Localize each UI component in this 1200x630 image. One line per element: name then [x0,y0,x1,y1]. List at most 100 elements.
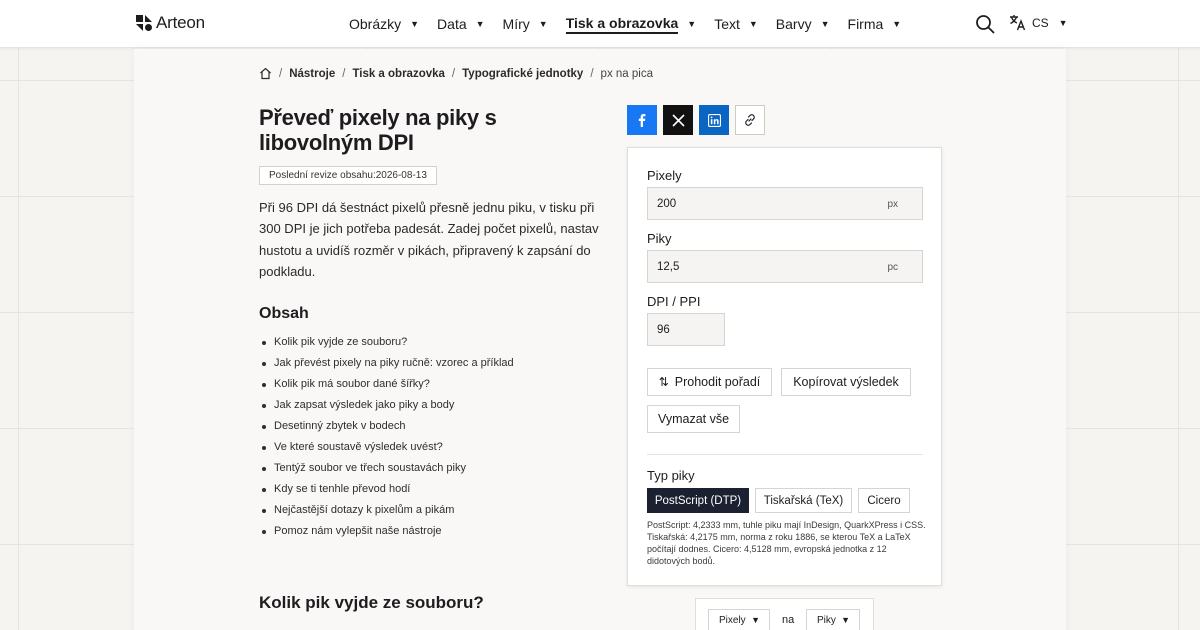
copy-result-button[interactable]: Kopírovat výsledek [781,368,911,396]
pixels-unit: px [887,199,898,210]
copy-result-label: Kopírovat výsledek [793,375,899,389]
toc-item[interactable]: Jak převést pixely na piky ručně: vzorec… [259,353,514,374]
logo-mark-icon [136,15,152,31]
main-content: / Nástroje / Tisk a obrazovka / Typograf… [134,49,1066,630]
link-icon [745,114,755,126]
breadcrumb: / Nástroje / Tisk a obrazovka / Typograf… [259,67,653,80]
dpi-field-wrapper [647,313,725,346]
pixels-input[interactable] [648,188,922,219]
table-of-contents: Kolik pik vyjde ze souboru? Jak převést … [259,332,514,542]
share-buttons [627,105,765,135]
to-unit-select[interactable]: Piky ▼ [806,609,860,630]
nav-item-firma[interactable]: Firma ▼ [848,16,902,32]
share-x-button[interactable] [663,105,693,135]
caret-down-icon: ▼ [748,19,758,29]
dpi-label: DPI / PPI [647,294,701,309]
breadcrumb-separator: / [342,67,346,80]
linkedin-icon [707,113,721,127]
caret-down-icon: ▼ [892,19,902,29]
nav-item-tisk-a-obrazovka[interactable]: Tisk a obrazovka ▼ [565,15,697,34]
nav-item-barvy[interactable]: Barvy ▼ [776,16,830,32]
caret-down-icon: ▼ [1058,17,1068,28]
breadcrumb-separator: / [451,67,456,80]
pica-type-postscript[interactable]: PostScript (DTP) [647,488,749,513]
logo-text: Arteon [156,13,205,32]
language-selector[interactable]: CS ▼ [1009,14,1068,31]
toc-item[interactable]: Ve které soustavě výsledek uvést? [259,437,514,458]
nav-label: Obrázky [349,16,402,32]
pixels-label: Pixely [647,168,682,183]
toc-item[interactable]: Kolik pik vyjde ze souboru? [259,332,514,353]
converter-panel: Pixely px Piky pc DPI / PPI ⇅ Prohodit p… [627,147,942,586]
search-icon[interactable] [975,14,995,34]
swap-arrows-icon: ⇅ [658,375,669,389]
nav-label: Tisk a obrazovka [565,15,679,34]
toc-item[interactable]: Jak zapsat výsledek jako piky a body [259,395,514,416]
nav-item-obrazky[interactable]: Obrázky ▼ [349,16,419,32]
copy-link-button[interactable] [735,105,765,135]
breadcrumb-separator: / [279,67,283,80]
facebook-icon [638,114,646,127]
nav-label: Míry [502,16,530,32]
from-unit-select[interactable]: Pixely ▼ [708,609,770,630]
to-unit-value: Piky [817,614,836,626]
caret-down-icon: ▼ [820,19,830,29]
language-code: CS [1032,15,1049,30]
toc-item[interactable]: Tentýž soubor ve třech soustavách piky [259,458,514,479]
unit-picker: Pixely ▼ na Piky ▼ [695,598,874,630]
unit-connector: na [782,614,795,626]
logo[interactable]: Arteon [136,13,205,33]
pica-type-label: Typ piky [647,468,695,483]
revision-badge: Poslední revize obsahu:2026-08-13 [259,166,437,185]
caret-down-icon: ▼ [538,19,548,29]
caret-down-icon: ▼ [410,19,420,29]
section-heading: Kolik pik vyjde ze souboru? [259,593,484,612]
nav-item-miry[interactable]: Míry ▼ [503,16,548,32]
dpi-input[interactable] [648,314,724,345]
picas-unit: pc [887,262,898,273]
breadcrumb-item-nastroje[interactable]: Nástroje [289,68,335,80]
pica-type-note: PostScript: 4,2333 mm, tuhle piku mají I… [647,520,926,566]
clear-all-button[interactable]: Vymazat vše [647,405,740,433]
nav-item-data[interactable]: Data ▼ [437,16,485,32]
breadcrumb-item-tisk[interactable]: Tisk a obrazovka [352,68,444,80]
picas-input[interactable] [648,251,922,282]
picas-field-wrapper: pc [647,250,923,283]
translate-icon [1010,15,1026,31]
divider [647,454,923,455]
page-title: Převeď pixely na piky s libovolným DPI [259,105,497,155]
share-facebook-button[interactable] [627,105,657,135]
nav-label: Firma [847,16,884,32]
nav-label: Barvy [775,16,812,32]
toc-item[interactable]: Desetinný zbytek v bodech [259,416,514,437]
toc-item[interactable]: Pomoz nám vylepšit naše nástroje [259,521,514,542]
toc-item[interactable]: Nejčastější dotazy k pixelům a pikám [259,500,514,521]
x-icon [671,113,685,127]
pica-type-cicero[interactable]: Cicero [858,488,910,513]
share-linkedin-button[interactable] [699,105,729,135]
intro-text: Při 96 DPI dá šestnáct pixelů přesně jed… [259,200,599,279]
main-nav: Obrázky ▼ Data ▼ Míry ▼ Tisk a obrazovka… [349,0,919,48]
caret-down-icon: ▼ [475,19,485,29]
nav-label: Text [714,16,740,32]
swap-button[interactable]: ⇅ Prohodit pořadí [647,368,772,396]
nav-label: Data [437,16,467,32]
breadcrumb-item-current: px na pica [600,67,653,80]
toc-item[interactable]: Kolik pik má soubor dané šířky? [259,374,514,395]
breadcrumb-separator: / [590,67,594,80]
caret-down-icon: ▼ [687,19,697,29]
from-unit-value: Pixely [719,614,746,626]
toc-title: Obsah [259,305,309,322]
caret-down-icon: ▼ [841,615,850,625]
pica-type-tex[interactable]: Tiskařská (TeX) [755,488,852,513]
breadcrumb-item-typograficke-jednotky[interactable]: Typografické jednotky [462,68,583,80]
nav-item-text[interactable]: Text ▼ [714,16,758,32]
clear-all-label: Vymazat vše [657,412,730,426]
swap-button-label: Prohodit pořadí [674,375,761,389]
toc-item[interactable]: Kdy se ti tenhle převod hodí [259,479,514,500]
top-navigation-bar: Arteon Obrázky ▼ Data ▼ Míry ▼ Tisk a ob… [0,0,1200,48]
home-icon[interactable] [259,67,272,80]
caret-down-icon: ▼ [751,615,760,625]
picas-label: Piky [647,231,672,246]
pixels-field-wrapper: px [647,187,923,220]
